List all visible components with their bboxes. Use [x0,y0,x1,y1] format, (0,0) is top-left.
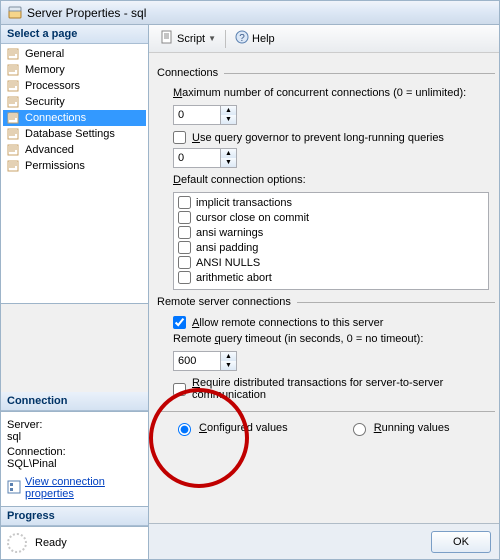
page-icon [7,63,21,77]
allow-remote-label: Allow remote connections to this server [192,317,383,329]
server-icon [7,5,23,21]
require-distributed-checkbox[interactable] [173,383,186,396]
query-governor-input[interactable] [174,149,220,167]
help-button[interactable]: ? Help [230,27,280,50]
list-item[interactable]: ansi padding [178,240,484,255]
page-icon [7,143,21,157]
properties-icon [7,480,21,497]
page-icon [7,127,21,141]
query-governor-spinner[interactable]: ▲▼ [173,148,237,168]
page-item-connections[interactable]: Connections [3,110,146,126]
list-item[interactable]: implicit transactions [178,195,484,210]
script-button[interactable]: Script ▼ [155,27,221,50]
max-connections-label: Maximum number of concurrent connections… [173,87,495,99]
connection-label: Connection: [7,446,142,458]
page-icon [7,95,21,109]
require-distributed-label: Require distributed transactions for ser… [192,377,495,401]
page-item-advanced[interactable]: Advanced [3,142,146,158]
toolbar: Script ▼ ? Help [149,25,499,53]
query-governor-checkbox[interactable] [173,131,186,144]
page-icon [7,159,21,173]
max-connections-spinner[interactable]: ▲▼ [173,105,237,125]
default-options-listbox[interactable]: implicit transactions cursor close on co… [173,192,489,290]
default-options-label: Default connection options: [173,174,495,186]
page-icon [7,47,21,61]
annotation-circle [149,388,249,488]
remote-timeout-spinner[interactable]: ▲▼ [173,351,237,371]
max-connections-input[interactable] [174,106,220,124]
spinner-up[interactable]: ▲ [221,106,236,115]
divider [157,411,495,412]
spinner-down[interactable]: ▼ [221,158,236,167]
select-page-header: Select a page [1,25,148,44]
configured-values-radio[interactable]: Configured values [173,420,288,436]
view-connection-properties-link[interactable]: View connection properties [7,476,142,500]
list-item[interactable]: cursor close on commit [178,210,484,225]
progress-header: Progress [1,507,148,526]
button-bar: OK [149,523,499,559]
page-item-permissions[interactable]: Permissions [3,158,146,174]
page-list: General Memory Processors Security Conne… [1,44,148,304]
titlebar[interactable]: Server Properties - sql [1,1,499,25]
spinner-down[interactable]: ▼ [221,361,236,370]
query-governor-label: Use query governor to prevent long-runni… [192,132,444,144]
right-pane: Script ▼ ? Help Connections Maximum numb… [149,25,499,559]
svg-text:?: ? [239,33,245,44]
connection-value: SQL\Pinal [7,458,142,470]
server-label: Server: [7,419,142,431]
list-item[interactable]: arithmetic abort [178,270,484,285]
progress-status: Ready [35,537,67,549]
page-item-security[interactable]: Security [3,94,146,110]
ok-button[interactable]: OK [431,531,491,553]
spinner-up[interactable]: ▲ [221,149,236,158]
page-icon [7,111,21,125]
remote-timeout-input[interactable] [174,352,220,370]
remote-timeout-label: Remote query timeout (in seconds, 0 = no… [173,333,495,345]
page-item-processors[interactable]: Processors [3,78,146,94]
script-icon [160,30,174,47]
window-title: Server Properties - sql [27,6,146,20]
help-icon: ? [235,30,249,47]
list-item[interactable]: ansi warnings [178,225,484,240]
connections-group: Connections [157,67,495,79]
spinner-down[interactable]: ▼ [221,115,236,124]
list-item[interactable]: ANSI NULLS [178,255,484,270]
running-values-radio[interactable]: Running values [348,420,450,436]
left-pane: Select a page General Memory Processors … [1,25,149,559]
page-item-memory[interactable]: Memory [3,62,146,78]
connection-panel: Server: sql Connection: SQL\Pinal View c… [1,411,148,507]
page-item-general[interactable]: General [3,46,146,62]
page-item-database-settings[interactable]: Database Settings [3,126,146,142]
spinner-up[interactable]: ▲ [221,352,236,361]
allow-remote-checkbox[interactable] [173,316,186,329]
server-value: sql [7,431,142,443]
chevron-down-icon: ▼ [208,34,216,43]
progress-panel: Ready [1,526,148,559]
connection-header: Connection [1,392,148,411]
server-properties-window: Server Properties - sql Select a page Ge… [0,0,500,560]
remote-connections-group: Remote server connections [157,296,495,308]
page-icon [7,79,21,93]
progress-spinner-icon [7,533,27,553]
